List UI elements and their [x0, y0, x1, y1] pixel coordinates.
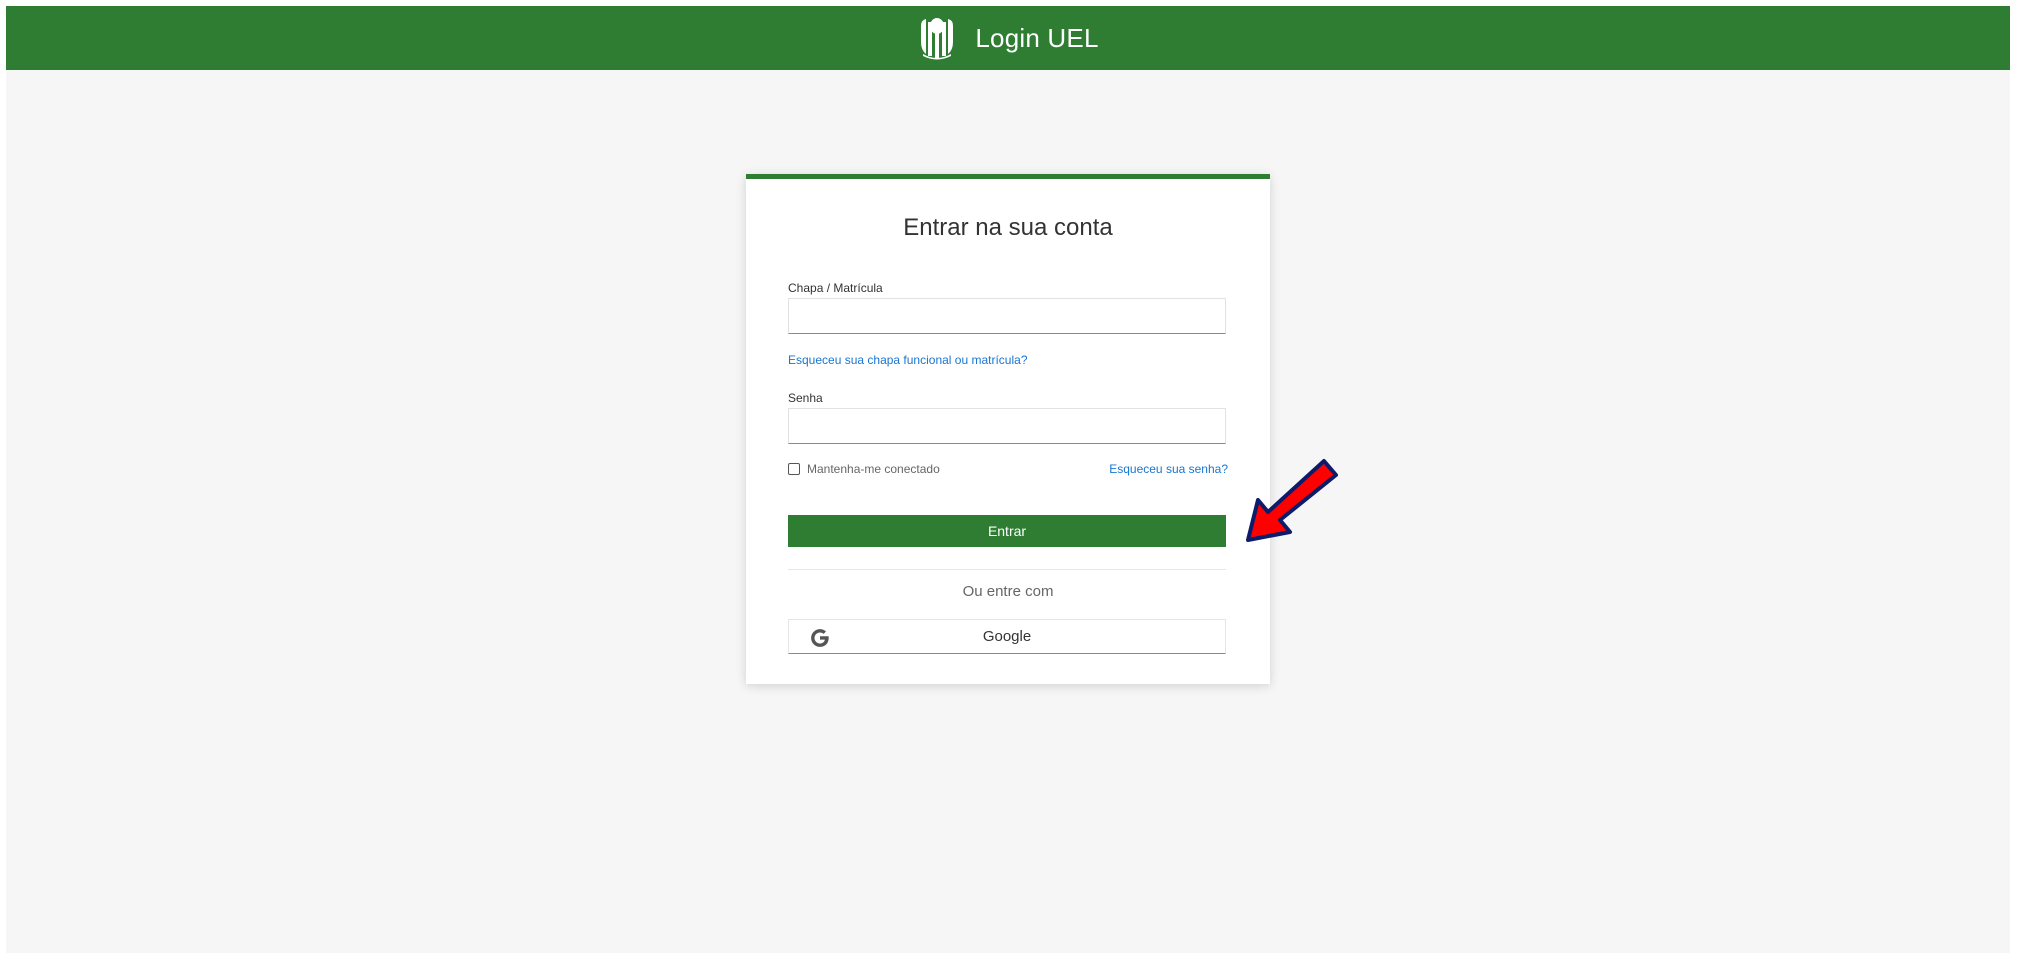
forgot-id-link[interactable]: Esqueceu sua chapa funcional ou matrícul… [788, 353, 1028, 367]
submit-button[interactable]: Entrar [788, 515, 1226, 547]
login-heading: Entrar na sua conta [903, 214, 1113, 241]
username-label: Chapa / Matrícula [788, 281, 883, 295]
top-bar: Login UEL [6, 6, 2010, 70]
remember-me[interactable]: Mantenha-me conectado [788, 462, 940, 476]
page: Login UEL Entrar na sua conta Chapa / Ma… [6, 6, 2010, 953]
login-card: Entrar na sua conta Chapa / Matrícula Es… [746, 174, 1270, 684]
username-input[interactable] [788, 298, 1226, 334]
uel-logo-icon [921, 18, 954, 60]
red-arrow-icon [1246, 459, 1338, 542]
app-title: Login UEL [975, 23, 1099, 53]
alt-login-text: Ou entre com [962, 583, 1054, 600]
divider [788, 569, 1226, 570]
password-label: Senha [788, 391, 823, 405]
forgot-password-link[interactable]: Esqueceu sua senha? [1109, 462, 1228, 476]
google-button-label: Google [982, 628, 1032, 645]
remember-checkbox[interactable] [788, 463, 800, 475]
brand: Login UEL [917, 16, 1098, 60]
submit-button-label: Entrar [987, 523, 1027, 539]
password-input[interactable] [788, 408, 1226, 444]
google-icon [811, 629, 829, 647]
google-login-button[interactable]: Google [788, 619, 1226, 654]
remember-label: Mantenha-me conectado [807, 462, 940, 476]
